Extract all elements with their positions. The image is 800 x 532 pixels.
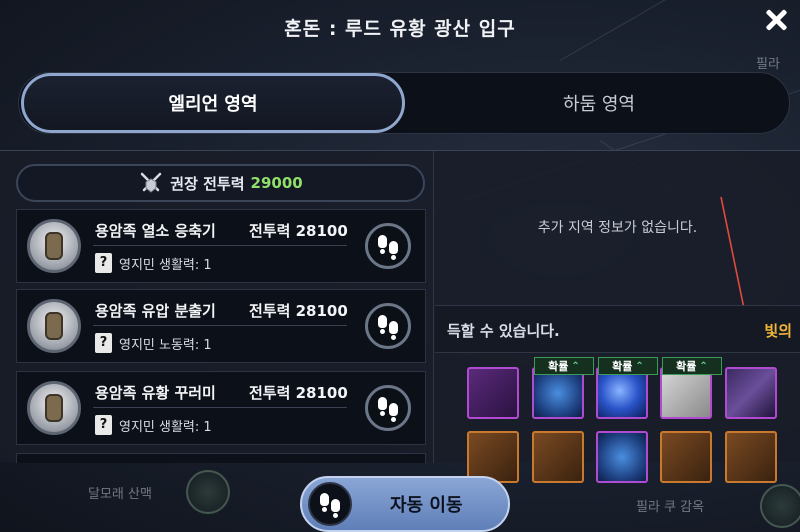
move-to-monster-button[interactable] [365,385,411,431]
move-to-monster-button[interactable] [365,303,411,349]
monster-avatar [27,219,81,273]
footsteps-icon [318,491,342,518]
reward-item[interactable]: 확률 ⌃ [660,357,722,419]
tab-hadum-region[interactable]: 하둠 영역 [409,73,789,133]
move-to-monster-button[interactable] [365,223,411,269]
map-node-icon[interactable] [186,470,230,514]
divider [93,407,347,408]
reward-item[interactable] [660,431,712,483]
footsteps-icon [376,233,400,260]
monster-name: 용암족 열소 응축기 [95,222,216,240]
badge-label: 확률 [548,360,569,373]
monster-name: 용암족 유황 꾸러미 [95,384,216,402]
question-book-icon: ? [95,333,112,353]
probability-up-badge: 확률 ⌃ [534,357,594,375]
badge-label: 확률 [612,360,633,373]
footsteps-icon [376,313,400,340]
auto-move-button[interactable]: 자동 이동 [300,476,510,532]
reward-item[interactable] [725,431,777,483]
reward-item[interactable]: 확률 ⌃ [532,357,594,419]
crossed-swords-icon [141,172,162,193]
monster-card[interactable] [16,453,426,463]
reward-item[interactable] [596,431,648,483]
region-detail: 추가 지역 정보가 없습니다. 득할 수 있습니다. 빛의 확률 ⌃ 확률 ⌃ 확률… [435,151,800,483]
monster-power: 전투력 28100 [249,302,348,320]
auto-move-label: 자동 이동 [390,495,463,516]
monster-avatar [27,299,81,353]
reward-item[interactable] [725,367,777,419]
tab-elion-region[interactable]: 엘리언 영역 [21,73,405,133]
dungeon-title: 혼돈 : 루드 유황 광산 입구 [284,18,516,40]
chevron-up-icon: ⌃ [699,360,708,372]
auto-move-icon-circle [308,482,352,526]
map-label-prison: 필라 쿠 감옥 [636,500,705,515]
monster-card[interactable]: 용암족 열소 응축기 전투력 28100 ? 영지민 생활력: 1 [16,209,426,283]
map-label-pilla: 필라 [756,57,780,72]
recommended-power-bar: 권장 전투력 29000 [16,164,425,202]
monster-stat: 영지민 노동력: 1 [119,338,212,353]
recommended-power-label: 권장 전투력 [170,174,245,193]
monster-stat: 영지민 생활력: 1 [119,420,212,435]
monster-power: 전투력 28100 [249,384,348,402]
question-book-icon: ? [95,415,112,435]
acquirable-accent-text: 빛의 [764,322,792,340]
recommended-power-value: 29000 [250,174,303,192]
acquirable-items-header: 득할 수 있습니다. 빛의 [435,305,800,353]
divider [93,245,347,246]
map-label-sand-mountain: 달모래 산맥 [88,487,152,502]
reward-item[interactable] [532,431,584,483]
info-panel: 권장 전투력 29000 용암족 열소 응축기 전투력 28100 ? 영지민 … [0,150,800,483]
monster-card[interactable]: 용암족 유압 분출기 전투력 28100 ? 영지민 노동력: 1 [16,289,426,363]
monster-card[interactable]: 용암족 유황 꾸러미 전투력 28100 ? 영지민 생활력: 1 [16,371,426,445]
badge-label: 확률 [676,360,697,373]
reward-item[interactable]: 확률 ⌃ [596,357,658,419]
monster-avatar [27,381,81,435]
divider [93,325,347,326]
monster-list: 권장 전투력 29000 용암족 열소 응축기 전투력 28100 ? 영지민 … [0,151,434,463]
question-book-icon: ? [95,253,112,273]
acquirable-text: 득할 수 있습니다. [447,322,560,340]
monster-stat: 영지민 생활력: 1 [119,258,212,273]
monster-name: 용암족 유압 분출기 [95,302,216,320]
region-tabs: 엘리언 영역 하둠 영역 [18,72,790,134]
map-node-icon[interactable] [760,484,800,528]
probability-up-badge: 확률 ⌃ [662,357,722,375]
chevron-up-icon: ⌃ [635,360,644,372]
probability-up-badge: 확률 ⌃ [598,357,658,375]
monster-power: 전투력 28100 [249,222,348,240]
reward-item[interactable] [467,367,519,419]
footsteps-icon [376,395,400,422]
close-icon[interactable] [762,6,790,34]
chevron-up-icon: ⌃ [571,360,580,372]
